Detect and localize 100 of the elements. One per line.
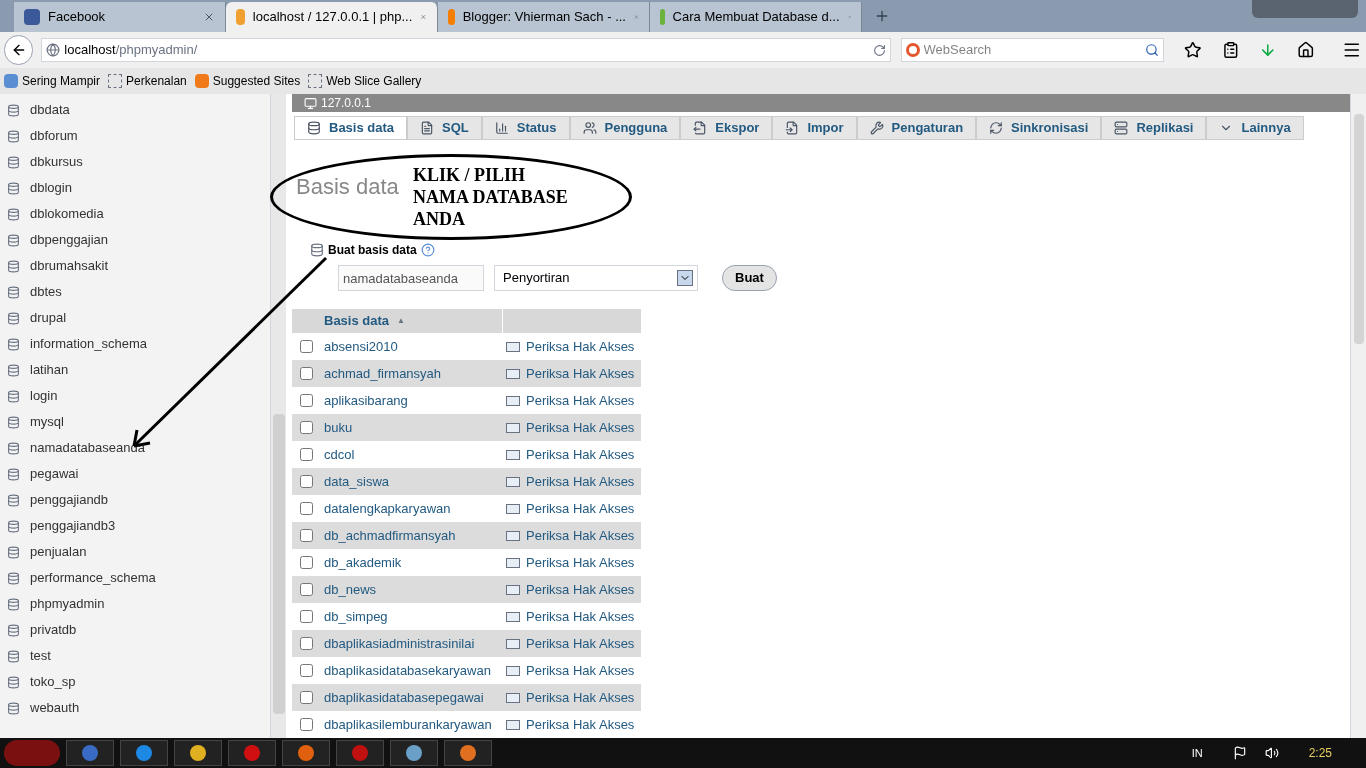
sidebar-item[interactable]: toko_sp (0, 669, 270, 695)
database-link[interactable]: buku (324, 417, 506, 438)
language-indicator[interactable]: IN (1191, 744, 1203, 762)
nav-tab[interactable]: Replikasi (1101, 116, 1207, 140)
privileges-link[interactable]: Periksa Hak Akses (526, 498, 635, 519)
home-icon[interactable] (1296, 41, 1315, 59)
sidebar-item[interactable]: webauth (0, 695, 270, 721)
nav-tab[interactable]: Pengguna (569, 116, 681, 140)
sidebar-item[interactable]: penggajiandb3 (0, 513, 270, 539)
privileges-link[interactable]: Periksa Hak Akses (526, 552, 635, 573)
bookmark[interactable]: Suggested Sites (194, 72, 301, 90)
sidebar-item[interactable]: dbforum (0, 123, 270, 149)
database-link[interactable]: dbaplikasidatabasekaryawan (324, 660, 506, 681)
address-field[interactable]: localhost/phpmyadmin/ (41, 38, 891, 62)
sidebar-item[interactable]: drupal (0, 305, 270, 331)
nav-tab[interactable]: Status (481, 116, 570, 140)
row-checkbox[interactable] (300, 718, 313, 731)
nav-tab[interactable]: Impor (772, 116, 857, 140)
browser-tab[interactable]: Blogger: Vhierman Sach - ... (438, 2, 650, 32)
nav-tab[interactable]: SQL (407, 116, 482, 140)
sidebar-item[interactable]: pegawai (0, 461, 270, 487)
database-link[interactable]: achmad_firmansyah (324, 363, 506, 384)
sidebar-item[interactable]: dbkursus (0, 149, 270, 175)
sidebar-item[interactable]: information_schema (0, 331, 270, 357)
search-box[interactable]: WebSearch (900, 38, 1165, 62)
bookmark[interactable]: Web Slice Gallery (308, 72, 422, 90)
privileges-link[interactable]: Periksa Hak Akses (526, 660, 635, 681)
row-checkbox[interactable] (300, 394, 313, 407)
database-link[interactable]: data_siswa (324, 471, 506, 492)
row-checkbox[interactable] (300, 475, 313, 488)
nav-tab[interactable]: Sinkronisasi (976, 116, 1102, 140)
sidebar-item[interactable]: performance_schema (0, 565, 270, 591)
sidebar-item[interactable]: namadatabaseanda (0, 435, 270, 461)
server-name[interactable]: 127.0.0.1 (321, 94, 372, 113)
row-checkbox[interactable] (300, 691, 313, 704)
privileges-link[interactable]: Periksa Hak Akses (526, 714, 635, 735)
create-button[interactable]: Buat (722, 265, 777, 291)
nav-tab[interactable]: Ekspor (680, 116, 773, 140)
database-link[interactable]: dbaplikasidatabasepegawai (324, 687, 506, 708)
taskbar-app-icon[interactable] (120, 740, 168, 766)
privileges-link[interactable]: Periksa Hak Akses (526, 606, 635, 627)
privileges-link[interactable]: Periksa Hak Akses (526, 336, 635, 357)
privileges-link[interactable]: Periksa Hak Akses (526, 390, 635, 411)
row-checkbox[interactable] (300, 637, 313, 650)
clock[interactable]: 2:25 (1308, 744, 1332, 762)
help-icon[interactable] (420, 243, 435, 257)
sidebar-item[interactable]: penjualan (0, 539, 270, 565)
bookmark[interactable]: Sering Mampir (4, 72, 101, 90)
clipboard-icon[interactable] (1221, 41, 1240, 59)
taskbar-app-icon[interactable] (390, 740, 438, 766)
database-link[interactable]: dbaplikasiadministrasinilai (324, 633, 506, 654)
close-icon[interactable] (203, 11, 215, 23)
back-button[interactable] (4, 35, 34, 65)
sidebar-item[interactable]: mysql (0, 409, 270, 435)
sidebar-item[interactable]: latihan (0, 357, 270, 383)
database-link[interactable]: datalengkapkaryawan (324, 498, 506, 519)
row-checkbox[interactable] (300, 340, 313, 353)
taskbar-app-icon[interactable] (444, 740, 492, 766)
row-checkbox[interactable] (300, 367, 313, 380)
nav-tab[interactable]: Basis data (294, 116, 408, 140)
privileges-link[interactable]: Periksa Hak Akses (526, 363, 635, 384)
database-link[interactable]: absensi2010 (324, 336, 506, 357)
sidebar-item[interactable]: dblokomedia (0, 201, 270, 227)
database-link[interactable]: db_simpeg (324, 606, 506, 627)
sidebar-item[interactable]: dbrumahsakit (0, 253, 270, 279)
database-link[interactable]: cdcol (324, 444, 506, 465)
sidebar-item[interactable]: dbdata (0, 97, 270, 123)
star-icon[interactable] (1184, 41, 1202, 59)
database-link[interactable]: db_news (324, 579, 506, 600)
privileges-link[interactable]: Periksa Hak Akses (526, 579, 635, 600)
row-checkbox[interactable] (300, 556, 313, 569)
bookmark[interactable]: Perkenalan (108, 72, 187, 90)
row-checkbox[interactable] (300, 502, 313, 515)
collation-select[interactable]: Penyortiran (494, 265, 698, 291)
menu-icon[interactable] (1342, 40, 1362, 60)
row-checkbox[interactable] (300, 448, 313, 461)
search-engine-icon[interactable] (905, 43, 920, 57)
nav-tab[interactable]: Pengaturan (856, 116, 977, 140)
reload-icon[interactable] (872, 43, 886, 57)
sidebar-item[interactable]: dbtes (0, 279, 270, 305)
row-checkbox[interactable] (300, 583, 313, 596)
database-link[interactable]: db_akademik (324, 552, 506, 573)
privileges-link[interactable]: Periksa Hak Akses (526, 444, 635, 465)
row-checkbox[interactable] (300, 664, 313, 677)
nav-tab[interactable]: Lainnya (1206, 116, 1304, 140)
privileges-link[interactable]: Periksa Hak Akses (526, 687, 635, 708)
sidebar-item[interactable]: phpmyadmin (0, 591, 270, 617)
row-checkbox[interactable] (300, 529, 313, 542)
privileges-link[interactable]: Periksa Hak Akses (526, 471, 635, 492)
browser-tab[interactable]: Facebook (14, 2, 226, 32)
privileges-link[interactable]: Periksa Hak Akses (526, 525, 635, 546)
row-checkbox[interactable] (300, 421, 313, 434)
taskbar-app-icon[interactable] (282, 740, 330, 766)
sidebar-item[interactable]: dbpenggajian (0, 227, 270, 253)
row-checkbox[interactable] (300, 610, 313, 623)
privileges-link[interactable]: Periksa Hak Akses (526, 633, 635, 654)
sidebar-item[interactable]: test (0, 643, 270, 669)
taskbar-app-icon[interactable] (174, 740, 222, 766)
sidebar-item[interactable]: login (0, 383, 270, 409)
search-icon[interactable] (1145, 43, 1160, 57)
